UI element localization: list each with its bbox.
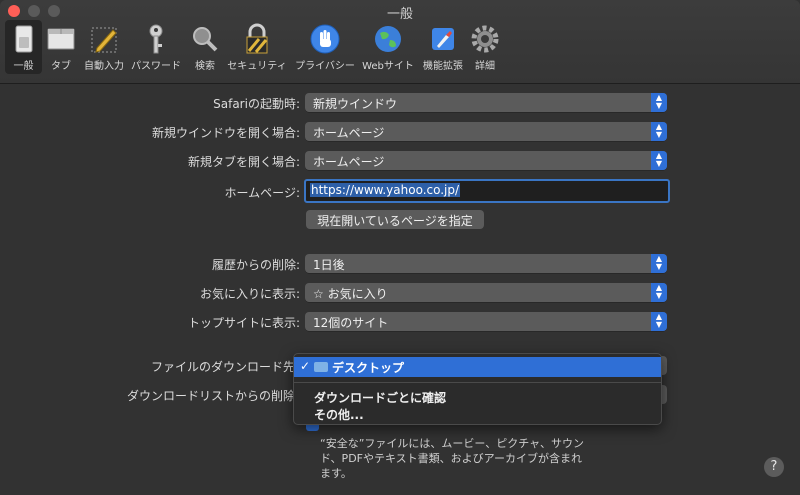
topsites-show-popup[interactable]: 12個のサイト ▲ ▼ (305, 312, 667, 331)
favorites-show-value-wrap: ☆ お気に入り (313, 285, 388, 302)
help-button[interactable]: ? (764, 457, 784, 477)
tab-autofill-label: 自動入力 (84, 61, 124, 72)
download-location-label: ファイルのダウンロード先 (150, 360, 295, 374)
favorites-show-label: お気に入りに表示: (199, 287, 300, 301)
key-icon (149, 24, 163, 54)
new-tab-popup[interactable]: ホームページ ▲ ▼ (305, 151, 667, 170)
tab-extensions-label: 機能拡張 (423, 61, 463, 72)
magnifier-icon (193, 27, 218, 52)
new-tab-value: ホームページ (313, 155, 385, 169)
chevron-updown-icon: ▲ ▼ (651, 151, 667, 170)
history-remove-row: 履歴からの削除: 1日後 ▲ ▼ (0, 254, 800, 274)
tab-search[interactable]: 検索 (188, 20, 222, 74)
tab-security[interactable]: セキュリティ (226, 20, 288, 74)
favorites-show-popup[interactable]: ☆ お気に入り ▲ ▼ (305, 283, 667, 302)
history-remove-popup[interactable]: 1日後 ▲ ▼ (305, 254, 667, 273)
tab-security-label: セキュリティ (227, 61, 287, 72)
homepage-field[interactable]: https://www.yahoo.co.jp/ (304, 179, 670, 203)
tab-extensions[interactable]: 機能拡張 (420, 20, 466, 74)
autofill-pencil-icon (91, 27, 117, 53)
tab-privacy[interactable]: プライバシー (294, 20, 356, 74)
menu-item-other-label: その他... (314, 408, 364, 422)
chevron-updown-icon: ▲ ▼ (651, 254, 667, 273)
folder-icon (314, 362, 328, 372)
tab-tabs[interactable]: タブ (44, 20, 78, 74)
tab-autofill[interactable]: 自動入力 (82, 20, 126, 74)
tab-websites-label: Webサイト (362, 61, 414, 72)
homepage-value: https://www.yahoo.co.jp/ (310, 183, 461, 197)
chevron-updown-icon: ▲ ▼ (651, 93, 667, 112)
startup-label: Safariの起動時: (213, 97, 300, 111)
globe-icon (375, 26, 401, 52)
general-switch-icon (15, 25, 32, 53)
title-bar: 一般 一般 タブ 自動入力 パスワード 検索 セキュリティ プライバシー Web… (0, 0, 800, 84)
tab-advanced[interactable]: 詳細 (468, 20, 502, 74)
history-remove-label: 履歴からの削除: (211, 258, 300, 272)
padlock-icon (246, 23, 268, 54)
menu-item-other[interactable]: その他... (294, 404, 661, 424)
menu-item-desktop-label: デスクトップ (332, 361, 405, 375)
startup-value: 新規ウインドウ (313, 97, 398, 111)
chevron-updown-icon: ▲ ▼ (651, 283, 667, 302)
puzzle-icon (432, 28, 454, 50)
topsites-show-label: トップサイトに表示: (187, 316, 300, 330)
tab-passwords-label: パスワード (131, 61, 181, 72)
star-icon: ☆ (313, 287, 328, 301)
new-tab-label: 新規タブを開く場合: (187, 155, 300, 169)
tab-tabs-label: タブ (51, 61, 71, 72)
set-current-page-button[interactable]: 現在開いているページを指定 (306, 210, 484, 229)
tab-search-label: 検索 (195, 61, 215, 72)
tab-websites[interactable]: Webサイト (361, 20, 415, 74)
homepage-label: ホームページ: (224, 186, 300, 200)
menu-separator (294, 382, 661, 383)
download-list-remove-label: ダウンロードリストからの削除 (126, 389, 295, 403)
tabs-icon (47, 28, 75, 50)
tab-general[interactable]: 一般 (5, 20, 42, 74)
topsites-show-value: 12個のサイト (313, 316, 389, 330)
homepage-row: ホームページ: https://www.yahoo.co.jp/ (0, 179, 800, 203)
favorites-show-row: お気に入りに表示: ☆ お気に入り ▲ ▼ (0, 283, 800, 303)
startup-popup[interactable]: 新規ウインドウ ▲ ▼ (305, 93, 667, 112)
chevron-updown-icon: ▲ ▼ (651, 122, 667, 141)
checkmark-icon: ✓ (300, 359, 311, 373)
startup-row: Safariの起動時: 新規ウインドウ ▲ ▼ (0, 93, 800, 113)
download-location-menu: ✓ デスクトップ ダウンロードごとに確認 その他... (293, 353, 662, 425)
safe-files-description: “安全な”ファイルには、ムービー、ピクチャ、サウンド、PDFやテキスト書類、およ… (320, 437, 584, 480)
new-window-row: 新規ウインドウを開く場合: ホームページ ▲ ▼ (0, 122, 800, 142)
tab-advanced-label: 詳細 (475, 61, 495, 72)
topsites-show-row: トップサイトに表示: 12個のサイト ▲ ▼ (0, 312, 800, 332)
new-window-label: 新規ウインドウを開く場合: (151, 126, 300, 140)
chevron-updown-icon: ▲ ▼ (651, 312, 667, 331)
history-remove-value: 1日後 (313, 258, 345, 272)
new-window-value: ホームページ (313, 126, 385, 140)
favorites-show-value: お気に入り (327, 287, 388, 301)
gear-icon (471, 25, 499, 53)
tab-general-label: 一般 (13, 61, 34, 72)
hand-icon (310, 24, 340, 54)
menu-item-desktop[interactable]: ✓ デスクトップ (294, 357, 661, 377)
preferences-toolbar: 一般 タブ 自動入力 パスワード 検索 セキュリティ プライバシー Webサイト… (0, 20, 520, 78)
tab-passwords[interactable]: パスワード (131, 20, 181, 74)
new-tab-row: 新規タブを開く場合: ホームページ ▲ ▼ (0, 151, 800, 171)
new-window-popup[interactable]: ホームページ ▲ ▼ (305, 122, 667, 141)
safari-preferences-window: 一般 一般 タブ 自動入力 パスワード 検索 セキュリティ プライバシー Web… (0, 0, 800, 495)
tab-privacy-label: プライバシー (295, 61, 355, 72)
